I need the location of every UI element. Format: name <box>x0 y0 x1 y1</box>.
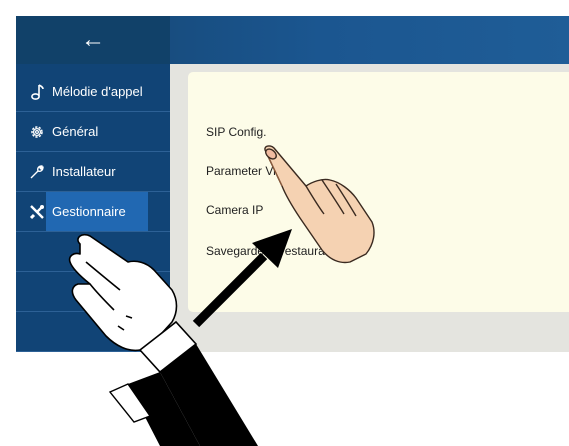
sidebar-empty-row <box>16 312 170 352</box>
sidebar-item-general[interactable]: Général <box>16 112 170 152</box>
sidebar-item-gestionnaire[interactable]: Gestionnaire <box>16 192 170 232</box>
back-button[interactable]: ← <box>16 16 170 64</box>
sidebar-empty-row <box>16 272 170 312</box>
sidebar-item-label: Général <box>52 124 99 139</box>
sidebar-item-label: Gestionnaire <box>52 204 126 219</box>
music-note-icon <box>28 83 46 101</box>
gear-icon <box>28 124 46 140</box>
menu-item-sip-config[interactable]: SIP Config. <box>206 125 266 139</box>
sidebar-empty-row <box>16 232 170 272</box>
wrench-icon <box>28 164 46 180</box>
sidebar-item-label: Mélodie d'appel <box>52 84 143 99</box>
menu-item-sauvegarde[interactable]: Savegarde et restauration <box>206 244 344 258</box>
tools-icon <box>28 204 46 220</box>
menu-item-parameter-video[interactable]: Parameter Vid <box>206 164 282 178</box>
menu-item-camera-ip[interactable]: Camera IP <box>206 203 263 217</box>
sidebar-item-installateur[interactable]: Installateur <box>16 152 170 192</box>
arrow-left-icon: ← <box>81 26 105 53</box>
content-panel: SIP Config. Parameter Vid Camera IP Save… <box>188 72 569 312</box>
sidebar-item-label: Installateur <box>52 164 116 179</box>
top-bar: ← <box>16 16 569 64</box>
device-screen: ← Mélodie d'appel Général Installateur G… <box>16 16 569 352</box>
sidebar-item-melodie[interactable]: Mélodie d'appel <box>16 72 170 112</box>
sidebar: Mélodie d'appel Général Installateur Ges… <box>16 64 170 352</box>
